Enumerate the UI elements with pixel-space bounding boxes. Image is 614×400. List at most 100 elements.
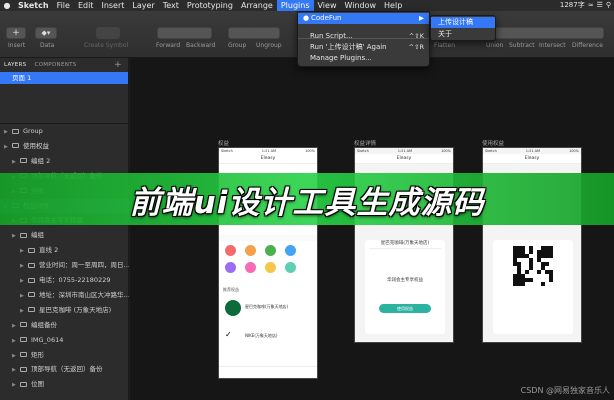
disclosure-icon[interactable]: ▶ [20,244,28,257]
layer-label: 编组 2 [31,156,51,165]
wifi-icon[interactable]: ≈ [588,0,594,11]
disclosure-icon[interactable]: ▶ [12,229,20,242]
layer-item[interactable]: ▶ 电话：0755-22180229 [0,273,129,287]
menu-window[interactable]: Window [340,0,380,11]
disclosure-icon[interactable]: ▶ [20,304,28,317]
artboard-label-1[interactable]: 权益 [218,139,229,147]
add-page-icon[interactable]: + [114,60,128,70]
disclosure-icon[interactable]: ▶ [12,378,20,391]
starbucks-logo [225,300,241,316]
codefun-submenu: 上传设计稿 关于 [430,15,496,41]
tab-components[interactable]: COMPONENTS [34,62,76,68]
disclosure-icon[interactable]: ▶ [20,259,28,272]
layer-item[interactable]: ▶ 位图 [0,377,129,391]
disclosure-icon[interactable]: ▶ [12,349,20,362]
subtract-label: Subtract [509,42,535,49]
layer-item[interactable]: ▶ 顶部导航（无返回）备份 [0,362,129,376]
menu-file[interactable]: File [53,0,74,11]
submenu-item-about[interactable]: 关于 [431,29,495,40]
layer-label: 编组 [31,231,44,240]
layer-item[interactable]: ▶ 直线 2 [0,243,129,257]
store-name-1[interactable]: 星巴克咖啡(万象天地店) [245,304,288,310]
use-benefit-button[interactable]: 使用权益 [379,304,431,313]
tab-layers[interactable]: LAYERS [4,62,26,68]
disclosure-icon[interactable]: ▶ [20,274,28,287]
menu-view[interactable]: View [314,0,341,11]
qr-module [525,270,529,274]
layer-item[interactable]: ▶ 矩形 [0,348,129,362]
union-label: Union [486,42,504,49]
layer-icon [20,232,27,238]
backward-label: Backward [186,42,216,49]
forward-backward-buttons[interactable] [157,27,212,39]
category-icon[interactable] [225,262,236,273]
category-icon[interactable] [245,262,256,273]
menu-text[interactable]: Text [159,0,183,11]
layer-icon [20,381,27,387]
disclosure-icon[interactable]: ▶ [4,140,12,153]
layer-item[interactable]: ▶ 编组 2 [0,154,129,168]
layer-label: 营业时间：周一至周四，周日… [39,261,129,270]
category-icon[interactable] [285,245,296,256]
disclosure-icon[interactable]: ▶ [12,334,20,347]
recommend-heading: 推荐权益 [223,287,239,292]
layer-item[interactable]: ▶ Group [0,124,129,138]
artboard-label-2[interactable]: 权益详情 [354,139,376,147]
apple-icon[interactable]: ● [0,0,14,11]
menu-layer[interactable]: Layer [128,0,158,11]
menu-item-run-script[interactable]: Run Script... ^⇧K [298,31,429,42]
artboard-title: Eleasy [219,154,317,164]
insert-label: Insert [8,42,26,49]
category-icon[interactable] [245,245,256,256]
submenu-item-upload[interactable]: 上传设计稿 [431,17,495,28]
run-again-label: Run '上传设计稿' Again [310,43,387,51]
qr-module [545,262,549,266]
menu-edit[interactable]: Edit [74,0,98,11]
layer-item[interactable]: ▶ 编组 [0,228,129,242]
disclosure-icon[interactable]: ▶ [12,363,20,376]
menu-plugins[interactable]: Plugins [276,0,314,11]
artboard-label-3[interactable]: 使用权益 [482,139,504,147]
menu-app-sketch[interactable]: Sketch [14,0,53,11]
menu-item-run-again[interactable]: Run '上传设计稿' Again ^⇧R [298,42,429,53]
category-icon[interactable] [285,262,296,273]
menu-insert[interactable]: Insert [97,0,128,11]
disclosure-icon[interactable]: ▶ [12,155,20,168]
category-icon[interactable] [265,262,276,273]
layer-label: 矩形 [31,350,44,359]
banner-title: 前端ui设计工具生成源码 [129,184,485,221]
create-symbol-button[interactable] [96,27,120,39]
disclosure-icon[interactable]: ▶ [20,289,28,302]
menu-help[interactable]: Help [380,0,406,11]
store-name-2[interactable]: NIKE(万象天地店) [245,333,277,339]
menu-arrange[interactable]: Arrange [237,0,277,11]
page-item[interactable]: 页面 1 [0,72,128,84]
layer-item[interactable]: ▶ 使用权益 [0,139,129,153]
disclosure-icon[interactable]: ▶ [4,125,12,138]
category-icon[interactable] [265,245,276,256]
menu-bar: ● Sketch File Edit Insert Layer Text Pro… [0,0,614,11]
menubar-status-area: 1287字 ≈ ☰ ⚲ [560,0,614,11]
canvas[interactable]: 权益 Sketch 1:21 AM 100% Eleasy 推荐权益 星巴克咖啡(万… [130,58,614,400]
menu-prototyping[interactable]: Prototyping [183,0,237,11]
layer-item[interactable]: ▶ 营业时间：周一至周四，周日… [0,258,129,272]
layer-item[interactable]: ▶ 地址：深圳市南山区大冲路华… [0,288,129,302]
layer-item[interactable]: ▶ 编组备份 [0,318,129,332]
boolean-ops-buttons[interactable] [484,27,604,39]
group-ungroup-buttons[interactable] [228,27,280,39]
data-icon: ◆▾ [41,29,51,37]
layer-label: 编组备份 [31,320,57,329]
layer-item[interactable]: ▶ IMG_0614 [0,333,129,347]
layer-item[interactable]: ▶ 星巴克咖啡 (万象天地店) [0,303,129,317]
disclosure-icon[interactable]: ▶ [12,319,20,332]
menu-item-manage-plugins[interactable]: Manage Plugins... [298,53,429,64]
insert-button[interactable]: + [6,27,26,39]
search-icon[interactable]: ⚲ [606,0,611,11]
control-center-icon[interactable]: ☰ [597,0,603,11]
layer-icon [20,337,27,343]
benefit-label: 华润会主专享权益 [387,278,423,283]
menu-item-codefun[interactable]: ● CodeFun ▶ [298,13,429,24]
layer-label: 使用权益 [23,141,49,150]
category-icon[interactable] [225,245,236,256]
data-button[interactable]: ◆▾ [35,27,57,39]
